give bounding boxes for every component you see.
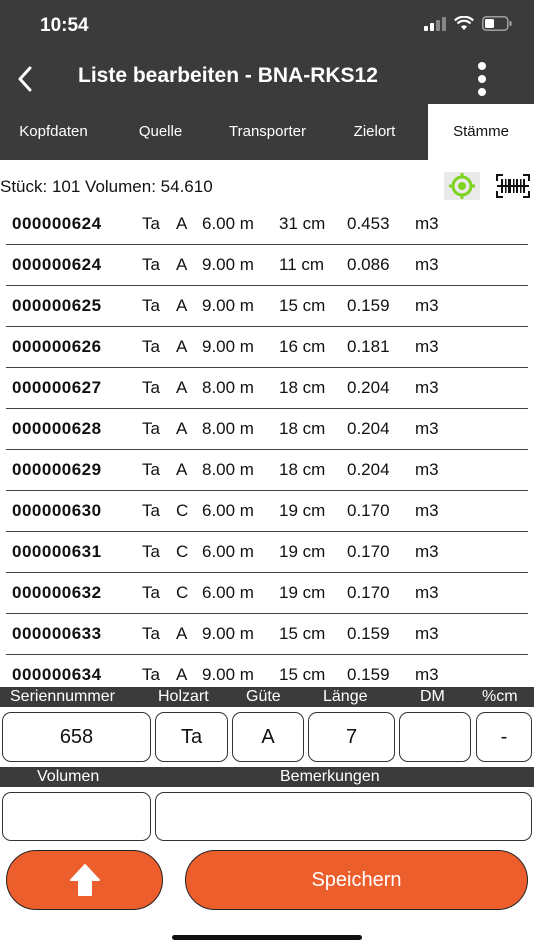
guete-input[interactable] — [232, 712, 304, 762]
tab-staemme[interactable]: Stämme — [428, 104, 534, 160]
arrow-up-icon — [69, 864, 100, 896]
table-row[interactable]: 000000626 Ta A 9.00 m 16 cm 0.181 m3 — [6, 327, 528, 368]
nav-bar: Liste bearbeiten - BNA-RKS12 — [0, 54, 534, 104]
battery-icon — [482, 16, 512, 31]
tab-zielort[interactable]: Zielort — [321, 104, 428, 160]
pct-cm-input[interactable] — [476, 712, 532, 762]
label-seriennummer: Seriennummer — [10, 688, 115, 705]
back-button[interactable] — [10, 62, 40, 96]
chevron-left-icon — [18, 66, 32, 92]
home-indicator — [172, 935, 362, 940]
table-row[interactable]: 000000624 Ta A 9.00 m 11 cm 0.086 m3 — [6, 245, 528, 286]
tab-kopfdaten[interactable]: Kopfdaten — [0, 104, 107, 160]
status-bar: 10:54 — [0, 0, 534, 54]
barcode-scan-icon[interactable] — [496, 174, 530, 198]
table-row[interactable]: 000000632 Ta C 6.00 m 19 cm 0.170 m3 — [6, 573, 528, 614]
save-button[interactable]: Speichern — [185, 850, 528, 910]
table-row[interactable]: 000000631 Ta C 6.00 m 19 cm 0.170 m3 — [6, 532, 528, 573]
label-guete: Güte — [246, 688, 281, 705]
label-bemerkungen: Bemerkungen — [280, 768, 380, 785]
summary-text: Stück: 101 Volumen: 54.610 — [0, 177, 213, 196]
table-row[interactable]: 000000633 Ta A 9.00 m 15 cm 0.159 m3 — [6, 614, 528, 655]
save-button-label: Speichern — [311, 868, 402, 891]
table-row[interactable]: 000000625 Ta A 9.00 m 15 cm 0.159 m3 — [6, 286, 528, 327]
label-laenge: Länge — [323, 688, 368, 705]
label-volumen: Volumen — [37, 768, 100, 785]
page-title: Liste bearbeiten - BNA-RKS12 — [78, 64, 378, 87]
label-holzart: Holzart — [158, 688, 209, 705]
signal-icon — [424, 16, 446, 31]
form-header-secondary: Volumen Bemerkungen — [0, 767, 534, 787]
laenge-input[interactable] — [308, 712, 395, 762]
table-row[interactable]: 000000624 Ta A 6.00 m 31 cm 0.453 m3 — [6, 204, 528, 245]
table-row[interactable]: 000000630 Ta C 6.00 m 19 cm 0.170 m3 — [6, 491, 528, 532]
table-row[interactable]: 000000634 Ta A 9.00 m 15 cm 0.159 m3 — [6, 655, 528, 686]
more-menu-button[interactable] — [472, 59, 492, 99]
bemerkungen-input[interactable] — [155, 792, 532, 841]
summary-row: Stück: 101 Volumen: 54.610 — [0, 170, 534, 200]
more-vertical-icon — [478, 62, 486, 70]
seriennummer-input[interactable] — [2, 712, 151, 762]
tab-bar: Kopfdaten Quelle Transporter Zielort Stä… — [0, 104, 534, 160]
status-icons — [424, 16, 512, 31]
tab-quelle[interactable]: Quelle — [107, 104, 214, 160]
table-row[interactable]: 000000629 Ta A 8.00 m 18 cm 0.204 m3 — [6, 450, 528, 491]
tab-transporter[interactable]: Transporter — [214, 104, 321, 160]
scroll-up-button[interactable] — [6, 850, 163, 910]
form-header-primary: Seriennummer Holzart Güte Länge DM %cm — [0, 687, 534, 707]
status-time: 10:54 — [40, 15, 89, 36]
trunk-list[interactable]: 000000624 Ta A 6.00 m 31 cm 0.453 m3 000000624… — [0, 204, 534, 686]
wifi-icon — [454, 16, 474, 30]
dm-input[interactable] — [399, 712, 471, 762]
table-row[interactable]: 000000628 Ta A 8.00 m 18 cm 0.204 m3 — [6, 409, 528, 450]
label-dm: DM — [420, 688, 445, 705]
label-pct-cm: %cm — [482, 688, 518, 705]
volumen-input[interactable] — [2, 792, 151, 841]
gps-location-icon[interactable] — [444, 172, 480, 200]
table-row[interactable]: 000000627 Ta A 8.00 m 18 cm 0.204 m3 — [6, 368, 528, 409]
holzart-input[interactable] — [155, 712, 228, 762]
